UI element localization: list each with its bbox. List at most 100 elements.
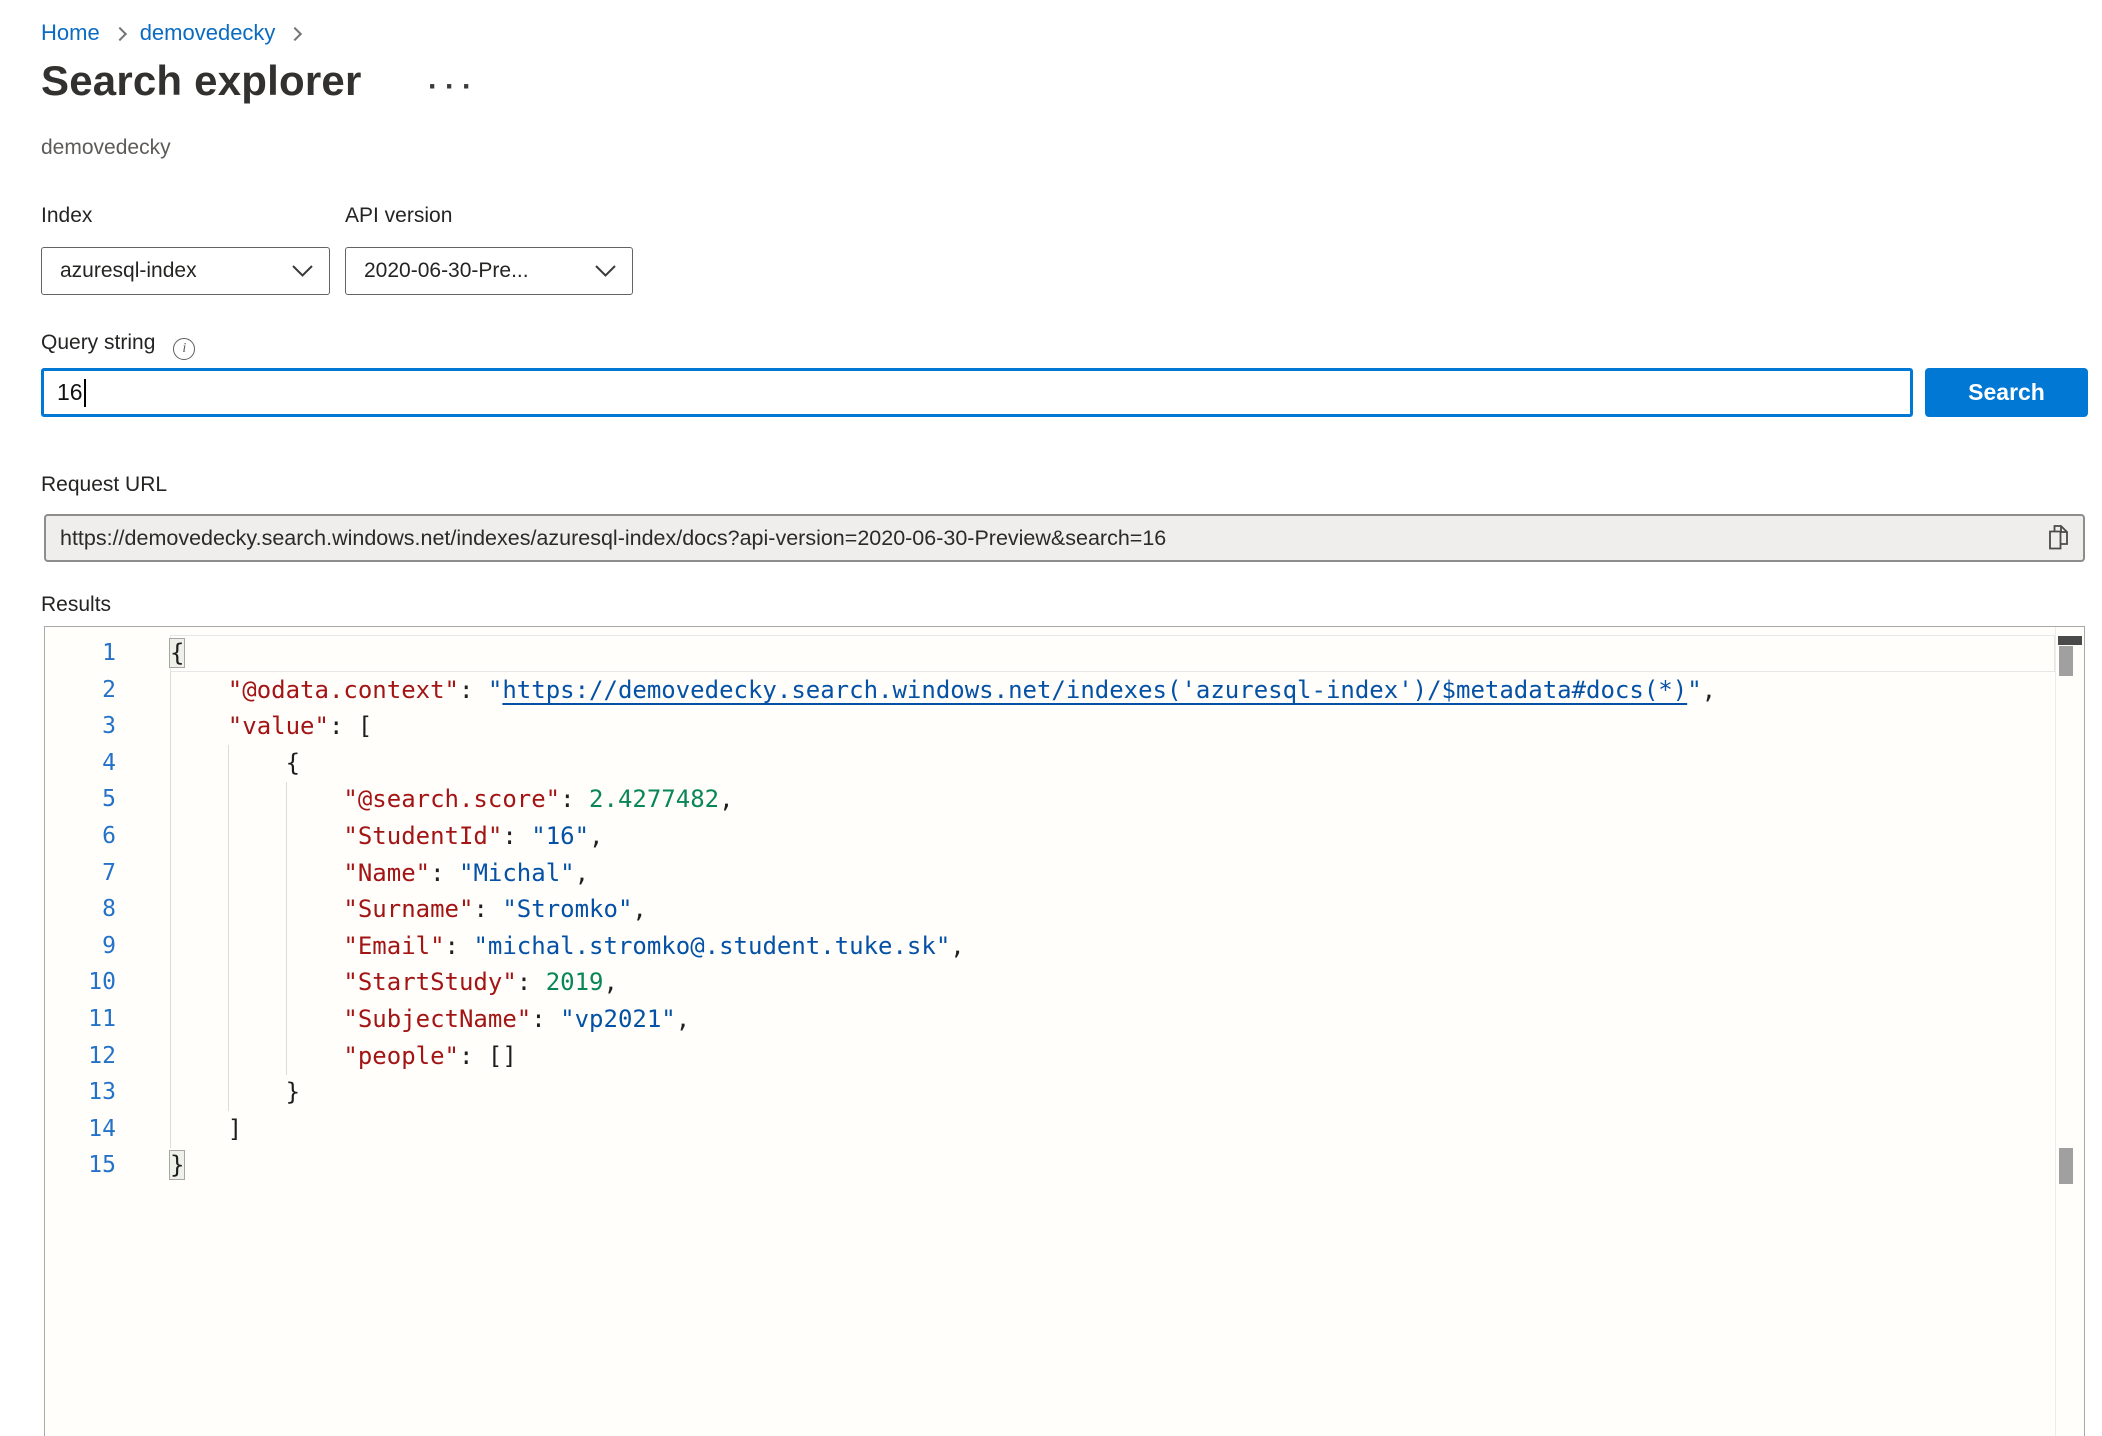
line-number: 13	[45, 1074, 165, 1111]
code-token: "vp2021"	[560, 1005, 676, 1033]
editor-code[interactable]: { "@odata.context": "https://demovedecky…	[165, 627, 2055, 1436]
query-string-label: Query string i	[41, 331, 195, 360]
code-line: }	[170, 1074, 2055, 1111]
code-token: {	[170, 639, 184, 667]
code-token: "people"	[343, 1042, 459, 1070]
line-number: 14	[45, 1111, 165, 1148]
search-button[interactable]: Search	[1925, 368, 2088, 417]
code-token: }	[170, 1151, 184, 1179]
chevron-down-icon	[291, 264, 314, 278]
line-number: 4	[45, 745, 165, 782]
line-number: 9	[45, 928, 165, 965]
request-url-value: https://demovedecky.search.windows.net/i…	[60, 526, 2038, 551]
code-line: "people": []	[170, 1038, 2055, 1075]
code-token: "StudentId"	[343, 822, 502, 850]
code-token: ,	[632, 895, 646, 923]
code-token	[170, 1005, 343, 1033]
ruler-bracket-mark	[2059, 646, 2073, 676]
code-token: ,	[1702, 676, 1716, 704]
code-line: "SubjectName": "vp2021",	[170, 1001, 2055, 1038]
code-token: ,	[719, 785, 733, 813]
search-explorer-page: Home demovedecky Search explorer ··· dem…	[0, 0, 2102, 1436]
code-token: :	[445, 932, 474, 960]
code-token	[170, 895, 343, 923]
code-token	[170, 932, 343, 960]
code-token	[170, 712, 228, 740]
code-line: "Email": "michal.stromko@.student.tuke.s…	[170, 928, 2055, 965]
code-token: "StartStudy"	[343, 968, 516, 996]
query-string-label-text: Query string	[41, 331, 155, 354]
code-token: }	[170, 1078, 300, 1106]
code-token: ,	[589, 822, 603, 850]
line-number: 15	[45, 1147, 165, 1184]
results-editor[interactable]: 123456789101112131415 { "@odata.context"…	[44, 626, 2085, 1436]
code-token: "16"	[531, 822, 589, 850]
breadcrumb: Home demovedecky	[41, 20, 300, 46]
code-token: "SubjectName"	[343, 1005, 531, 1033]
line-number: 11	[45, 1001, 165, 1038]
line-number: 8	[45, 891, 165, 928]
code-token: :	[473, 895, 502, 923]
code-token: 2019	[546, 968, 604, 996]
request-url-field[interactable]: https://demovedecky.search.windows.net/i…	[44, 514, 2085, 562]
api-version-dropdown-value: 2020-06-30-Pre...	[364, 259, 529, 283]
page-subtitle: demovedecky	[41, 136, 171, 160]
code-token: "Name"	[343, 859, 430, 887]
breadcrumb-item-home[interactable]: Home	[41, 20, 100, 46]
code-token: ,	[603, 968, 617, 996]
breadcrumb-item-demovedecky[interactable]: demovedecky	[140, 20, 276, 46]
code-token: "Email"	[343, 932, 444, 960]
breadcrumb-separator-icon	[288, 26, 302, 40]
results-label: Results	[41, 593, 111, 617]
code-line: {	[170, 635, 2055, 672]
code-token: ]	[170, 1115, 242, 1143]
code-token	[170, 822, 343, 850]
code-line: }	[170, 1147, 2055, 1184]
query-input[interactable]: 16	[41, 368, 1913, 417]
editor-gutter: 123456789101112131415	[45, 627, 165, 1436]
code-token: ,	[575, 859, 589, 887]
code-token: ,	[950, 932, 964, 960]
line-number: 12	[45, 1038, 165, 1075]
code-token: 2.4277482	[589, 785, 719, 813]
api-version-dropdown[interactable]: 2020-06-30-Pre...	[345, 247, 633, 295]
api-version-label: API version	[345, 204, 452, 228]
code-token: "@search.score"	[343, 785, 560, 813]
overview-ruler[interactable]	[2055, 627, 2084, 1436]
code-line: {	[170, 745, 2055, 782]
index-dropdown[interactable]: azuresql-index	[41, 247, 330, 295]
code-token	[170, 1042, 343, 1070]
more-options-button[interactable]: ···	[428, 70, 479, 104]
code-token: ,	[676, 1005, 690, 1033]
copy-url-button[interactable]	[2046, 523, 2071, 554]
breadcrumb-separator-icon	[113, 26, 127, 40]
code-token	[170, 676, 228, 704]
text-caret	[84, 379, 86, 407]
code-token	[170, 785, 343, 813]
line-number: 5	[45, 781, 165, 818]
code-line: "value": [	[170, 708, 2055, 745]
code-token: : []	[459, 1042, 517, 1070]
code-token: "michal.stromko@.student.tuke.sk"	[473, 932, 950, 960]
ruler-bracket-mark	[2059, 1148, 2073, 1184]
index-label: Index	[41, 204, 92, 228]
info-icon[interactable]: i	[173, 338, 195, 360]
chevron-down-icon	[594, 264, 617, 278]
code-token: :	[459, 676, 488, 704]
code-token: "Michal"	[459, 859, 575, 887]
code-line: "@search.score": 2.4277482,	[170, 781, 2055, 818]
code-link[interactable]: https://demovedecky.search.windows.net/i…	[502, 676, 1687, 704]
code-token: :	[560, 785, 589, 813]
request-url-label: Request URL	[41, 473, 167, 497]
code-line: "StartStudy": 2019,	[170, 964, 2055, 1001]
line-number: 7	[45, 855, 165, 892]
code-token: : [	[329, 712, 372, 740]
ruler-cursor-mark	[2058, 636, 2082, 645]
line-number: 10	[45, 964, 165, 1001]
code-line: "@odata.context": "https://demovedecky.s…	[170, 672, 2055, 709]
code-token: {	[170, 749, 300, 777]
code-token: :	[531, 1005, 560, 1033]
code-token: "Surname"	[343, 895, 473, 923]
query-input-value: 16	[57, 379, 83, 406]
line-number: 6	[45, 818, 165, 855]
